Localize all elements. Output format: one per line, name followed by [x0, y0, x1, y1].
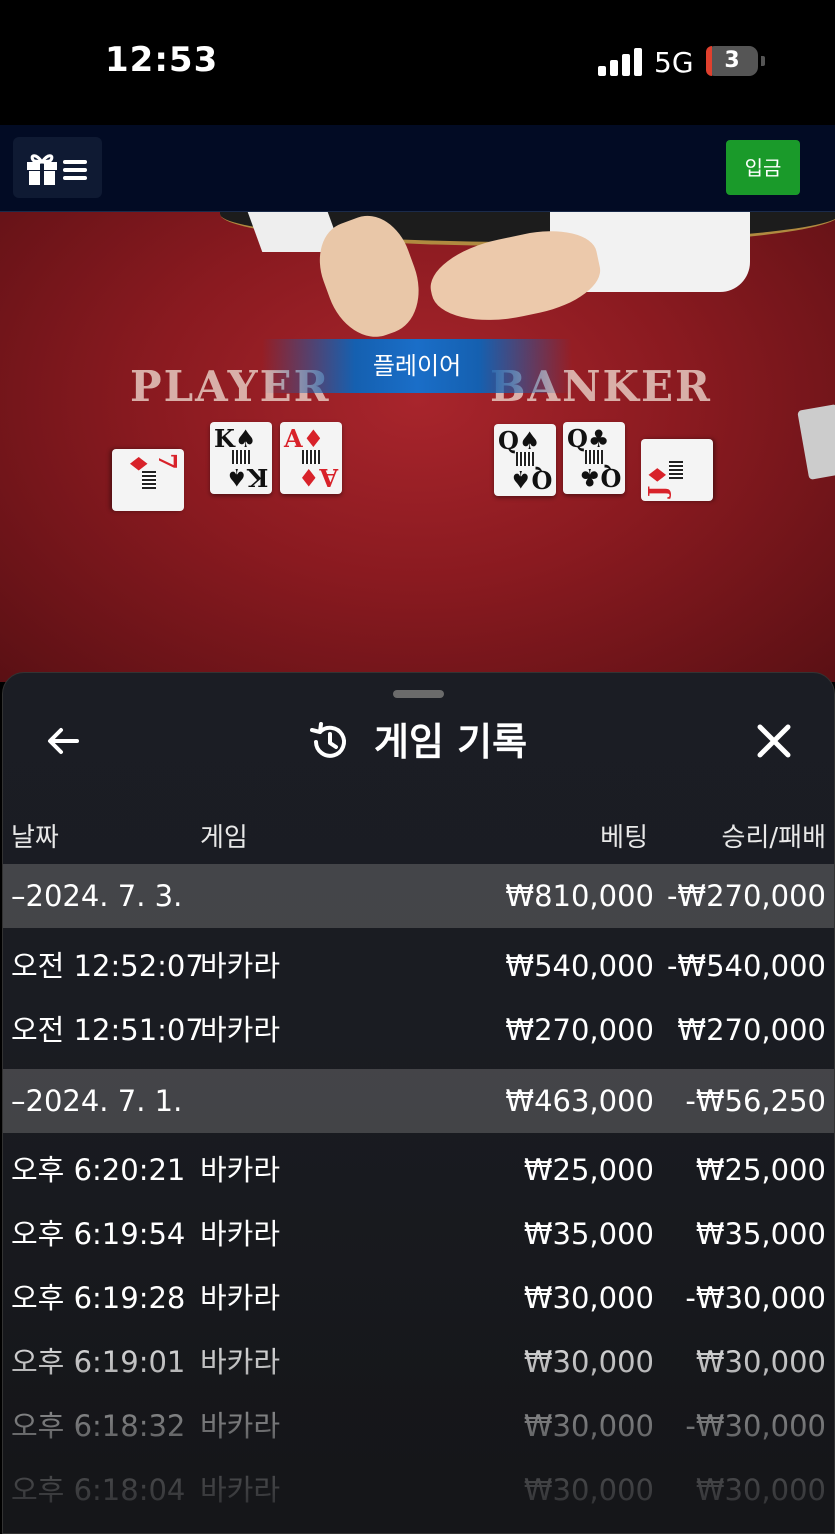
- network-label: 5G: [654, 46, 694, 79]
- date-group-row[interactable]: –2024. 7. 3. ₩810,000 -₩270,000: [3, 864, 834, 928]
- history-row[interactable]: 오후 6:19:28 바카라 ₩30,000 -₩30,000: [3, 1266, 834, 1330]
- row-bet: ₩463,000: [505, 1084, 654, 1118]
- battery-icon: 3: [706, 46, 758, 76]
- row-bet: ₩30,000: [523, 1473, 654, 1507]
- card-shoe: [797, 404, 835, 480]
- history-list: –2024. 7. 3. ₩810,000 -₩270,000 오전 12:52…: [3, 864, 834, 1522]
- row-result: ₩25,000: [695, 1153, 826, 1187]
- history-row[interactable]: 오후 6:19:54 바카라 ₩35,000 ₩35,000: [3, 1202, 834, 1266]
- history-row[interactable]: 오후 6:18:04 바카라 ₩30,000 ₩30,000: [3, 1458, 834, 1522]
- status-bar: 12:53 5G 3: [0, 0, 835, 125]
- sheet-grabber[interactable]: [393, 690, 444, 698]
- gift-menu-button[interactable]: [13, 137, 102, 198]
- history-icon: [310, 722, 346, 758]
- row-game: 바카라: [200, 1217, 281, 1251]
- row-game: 바카라: [200, 1013, 281, 1047]
- row-game: 바카라: [200, 1409, 281, 1443]
- banker-card: Q♠ Q♠: [494, 424, 556, 496]
- battery-level: 3: [724, 48, 740, 73]
- player-card: 7 ♦: [112, 449, 184, 511]
- close-icon[interactable]: [755, 722, 793, 760]
- row-game: 바카라: [200, 1281, 281, 1315]
- row-bet: ₩30,000: [523, 1281, 654, 1315]
- row-result: -₩30,000: [685, 1281, 826, 1315]
- row-date: 오후 6:18:32: [11, 1409, 186, 1443]
- game-video: PLAYER BANKER 플레이어 7 ♦ K♠ K♠ A♦ A♦ Q♠ Q♠ …: [0, 212, 835, 682]
- row-bet: ₩540,000: [505, 949, 654, 983]
- row-game: 바카라: [200, 949, 281, 983]
- gift-menu-icon: [27, 154, 87, 185]
- result-banner: 플레이어: [262, 339, 572, 393]
- player-card: A♦ A♦: [280, 422, 342, 494]
- row-result: -₩30,000: [685, 1409, 826, 1443]
- column-header-result: 승리/패배: [721, 823, 826, 853]
- date-group-row[interactable]: –2024. 7. 1. ₩463,000 -₩56,250: [3, 1069, 834, 1133]
- battery-nub: [761, 56, 765, 66]
- row-date: 오후 6:19:01: [11, 1345, 186, 1379]
- row-result: ₩35,000: [695, 1217, 826, 1251]
- deposit-button[interactable]: 입금: [726, 140, 800, 195]
- row-bet: ₩30,000: [523, 1409, 654, 1443]
- row-bet: ₩30,000: [523, 1345, 654, 1379]
- history-row[interactable]: 오후 6:20:21 바카라 ₩25,000 ₩25,000: [3, 1138, 834, 1202]
- game-history-sheet: 게임 기록 날짜 게임 베팅 승리/패배 –2024. 7. 3. ₩810,0…: [2, 672, 835, 1534]
- row-result: -₩270,000: [666, 879, 826, 913]
- row-bet: ₩35,000: [523, 1217, 654, 1251]
- row-bet: ₩25,000: [523, 1153, 654, 1187]
- column-header-game: 게임: [200, 823, 248, 853]
- row-bet: ₩810,000: [505, 879, 654, 913]
- row-result: ₩270,000: [677, 1013, 826, 1047]
- row-date: 오전 12:51:07: [11, 1013, 204, 1047]
- player-card: K♠ K♠: [210, 422, 272, 494]
- row-date: 오후 6:19:54: [11, 1217, 186, 1251]
- back-arrow-icon[interactable]: [43, 721, 83, 761]
- app-header: 입금: [0, 125, 835, 212]
- column-header-date: 날짜: [11, 823, 59, 853]
- row-date: 오전 12:52:07: [11, 949, 204, 983]
- sheet-title: 게임 기록: [374, 720, 528, 764]
- row-result: ₩30,000: [695, 1345, 826, 1379]
- row-result: -₩56,250: [685, 1084, 826, 1118]
- row-result: ₩30,000: [695, 1473, 826, 1507]
- banker-card: Q♣ Q♣: [563, 422, 625, 494]
- row-date: –2024. 7. 1.: [11, 1084, 183, 1118]
- row-game: 바카라: [200, 1153, 281, 1187]
- row-result: -₩540,000: [666, 949, 826, 983]
- row-date: 오후 6:18:04: [11, 1473, 186, 1507]
- banker-card: J♦: [641, 439, 713, 501]
- history-row[interactable]: 오후 6:19:01 바카라 ₩30,000 ₩30,000: [3, 1330, 834, 1394]
- row-game: 바카라: [200, 1473, 281, 1507]
- column-header-bet: 베팅: [600, 823, 648, 853]
- history-row[interactable]: 오전 12:51:07 바카라 ₩270,000 ₩270,000: [3, 998, 834, 1062]
- signal-icon: [598, 48, 642, 76]
- row-game: 바카라: [200, 1345, 281, 1379]
- row-bet: ₩270,000: [505, 1013, 654, 1047]
- history-row[interactable]: 오후 6:18:32 바카라 ₩30,000 -₩30,000: [3, 1394, 834, 1458]
- status-time: 12:53: [105, 40, 219, 80]
- row-date: 오후 6:19:28: [11, 1281, 186, 1315]
- history-row[interactable]: 오전 12:52:07 바카라 ₩540,000 -₩540,000: [3, 934, 834, 998]
- row-date: –2024. 7. 3.: [11, 879, 183, 913]
- row-date: 오후 6:20:21: [11, 1153, 186, 1187]
